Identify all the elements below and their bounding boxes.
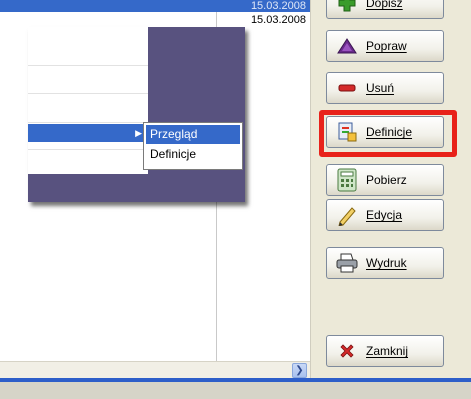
date-cell: 15.03.2008: [250, 0, 306, 12]
scroll-right-arrow-icon[interactable]: ❯: [292, 363, 307, 378]
submenu-item-definicje[interactable]: Definicje: [146, 145, 240, 164]
menu-separator: [28, 149, 148, 150]
triangle-icon: [334, 35, 360, 57]
wydruk-button[interactable]: Wydruk: [326, 247, 444, 279]
popup-menu: ▶: [28, 27, 245, 202]
submenu: Przegląd Definicje: [143, 122, 243, 170]
zamknij-button[interactable]: Zamknij: [326, 335, 444, 367]
dopisz-button[interactable]: Dopisz: [326, 0, 444, 19]
button-label: Dopisz: [366, 0, 403, 10]
highlight-frame: [319, 110, 457, 157]
button-label: Usuń: [366, 81, 395, 95]
button-label: Edycja: [366, 208, 403, 222]
horizontal-scrollbar[interactable]: ❯: [0, 361, 310, 379]
usun-button[interactable]: Usuń: [326, 72, 444, 104]
submenu-item-przeglad[interactable]: Przegląd: [146, 125, 240, 144]
menu-separator: [28, 93, 148, 94]
button-panel: Dopisz Popraw Usuń Definicje Pobierz Edy…: [310, 0, 471, 378]
menu-item-highlighted[interactable]: ▶: [28, 124, 148, 142]
pencil-icon: [334, 204, 360, 226]
menu-footer: [28, 174, 245, 202]
button-label: Zamknij: [366, 344, 409, 358]
close-x-icon: [334, 340, 360, 362]
button-label: Wydruk: [366, 256, 407, 270]
menu-separator: [28, 65, 148, 66]
pobierz-button[interactable]: Pobierz: [326, 164, 444, 196]
submenu-arrow-icon: ▶: [135, 128, 142, 138]
calculator-icon: [334, 168, 360, 192]
eraser-icon: [334, 77, 360, 99]
printer-icon: [334, 252, 360, 274]
plus-icon: [334, 0, 360, 14]
button-label: Popraw: [366, 39, 407, 53]
date-cell: 15.03.2008: [250, 14, 306, 26]
edycja-button[interactable]: Edycja: [326, 199, 444, 231]
popraw-button[interactable]: Popraw: [326, 30, 444, 62]
menu-separator: [28, 122, 148, 123]
status-bar: [0, 378, 471, 399]
button-label: Pobierz: [366, 173, 407, 187]
